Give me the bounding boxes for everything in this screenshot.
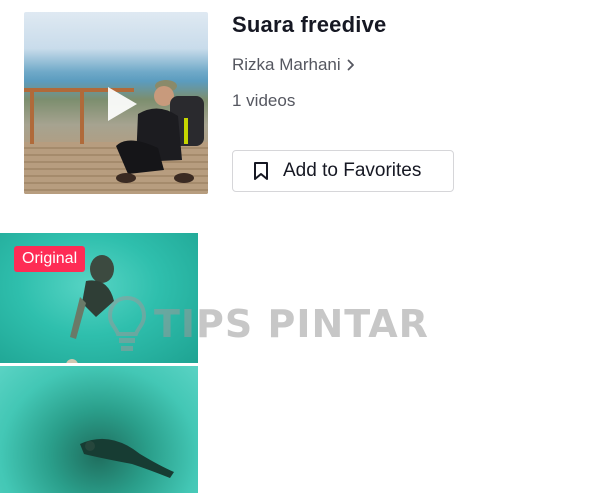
watermark: TIPS PINTAR xyxy=(106,294,429,354)
lightbulb-icon xyxy=(107,295,147,351)
add-to-favorites-button[interactable]: Add to Favorites xyxy=(232,150,454,192)
watermark-text: TIPS PINTAR xyxy=(154,302,429,346)
sound-cover[interactable] xyxy=(24,12,208,194)
chevron-right-icon xyxy=(347,59,354,71)
author-link[interactable]: Rizka Marhani xyxy=(232,55,355,75)
add-to-favorites-label: Add to Favorites xyxy=(283,160,422,181)
sound-title: Suara freedive xyxy=(232,12,387,37)
cover-rail-post xyxy=(30,88,34,144)
cover-rail-post xyxy=(80,88,84,144)
author-name: Rizka Marhani xyxy=(232,55,341,74)
video-count: 1 videos xyxy=(232,91,296,110)
play-icon[interactable] xyxy=(104,84,140,124)
video-thumbnail[interactable] xyxy=(0,366,198,493)
original-badge: Original xyxy=(14,246,86,272)
bookmark-icon xyxy=(254,162,268,180)
diver-figure xyxy=(80,438,174,478)
